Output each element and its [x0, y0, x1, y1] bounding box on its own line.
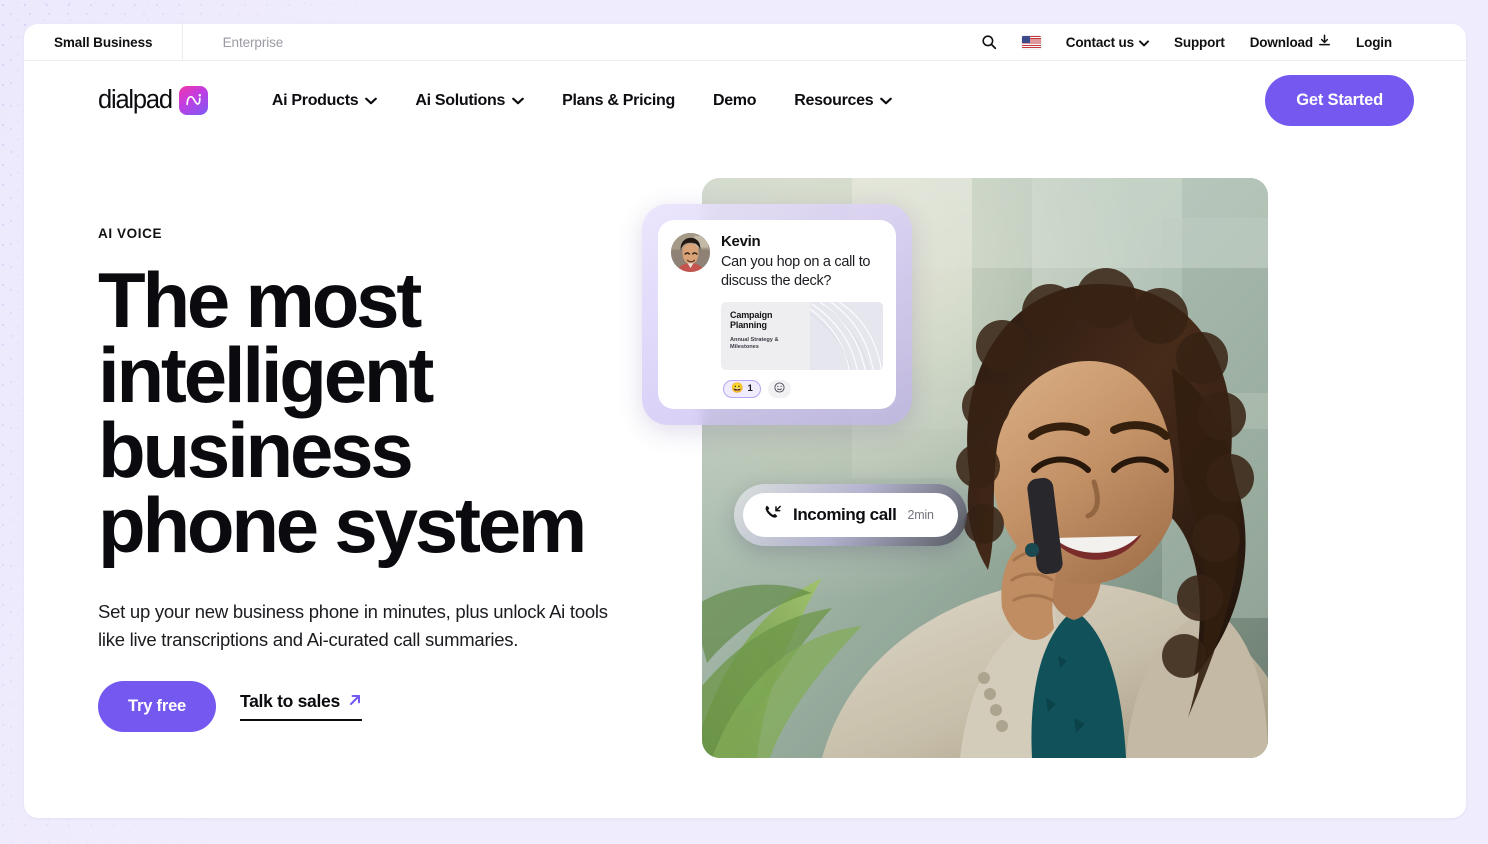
primary-nav-links: Ai Products Ai Solutions Plans & Pricing — [272, 92, 893, 110]
utility-link-login[interactable]: Login — [1356, 35, 1392, 50]
utility-link-login-label: Login — [1356, 34, 1392, 50]
hero-actions: Try free Talk to sales — [98, 680, 658, 732]
reaction-row: 😀 1 — [721, 379, 883, 398]
hero-section: AI VOICE The most intelligent business p… — [24, 140, 1466, 758]
utility-links: Contact us Support Download Login — [981, 24, 1466, 60]
chat-message-card: Kevin Can you hop on a call to discuss t… — [642, 204, 912, 425]
nav-item-resources-label: Resources — [794, 91, 874, 109]
smiley-face-icon — [774, 382, 785, 396]
arrow-up-right-icon — [348, 693, 362, 711]
chevron-down-icon — [880, 92, 893, 110]
main-navigation: dialpad Ai Products Ai Solutions Plans &… — [24, 61, 1466, 140]
hero-eyebrow: AI VOICE — [98, 226, 163, 241]
get-started-button[interactable]: Get Started — [1265, 75, 1414, 126]
chat-sender-name: Kevin — [721, 233, 761, 250]
page-title: The most intelligent business phone syst… — [98, 256, 587, 569]
talk-to-sales-link[interactable]: Talk to sales — [240, 691, 362, 722]
utility-link-download[interactable]: Download — [1250, 34, 1331, 50]
utility-bar: Small Business Enterprise Contact us Sup… — [24, 24, 1466, 61]
attachment-subtitle: Annual Strategy & Milestones — [730, 336, 779, 351]
utility-link-contact-us-label: Contact us — [1065, 34, 1134, 50]
chat-message-text: Can you hop on a call to discuss the dec… — [721, 254, 871, 290]
utility-link-support-label: Support — [1174, 34, 1225, 50]
nav-item-ai-products-label: Ai Products — [271, 91, 359, 109]
incoming-call-duration: 2min — [907, 508, 934, 522]
chat-content: Kevin Can you hop on a call to discuss t… — [721, 233, 883, 398]
hero-visual: Kevin Can you hop on a call to discuss t… — [642, 178, 1318, 758]
add-reaction-button[interactable] — [767, 379, 791, 398]
utility-link-contact-us[interactable]: Contact us — [1066, 35, 1149, 50]
try-free-button[interactable]: Try free — [98, 680, 217, 732]
tab-small-business[interactable]: Small Business — [24, 24, 182, 60]
audience-tabs: Small Business Enterprise — [24, 24, 322, 60]
grinning-reaction-pill[interactable]: 😀 1 — [723, 379, 761, 398]
attachment-title: Campaign Planning — [730, 309, 773, 331]
nav-item-ai-solutions-label: Ai Solutions — [415, 91, 506, 109]
download-icon — [1318, 34, 1331, 50]
tab-enterprise-label: Enterprise — [222, 34, 284, 50]
chevron-down-icon — [1139, 35, 1149, 50]
dialpad-ai-mark-icon — [178, 86, 208, 115]
page-card: Small Business Enterprise Contact us Sup… — [24, 24, 1466, 818]
brand-logo[interactable]: dialpad — [98, 86, 208, 115]
tab-enterprise[interactable]: Enterprise — [182, 24, 322, 60]
utility-link-support[interactable]: Support — [1174, 35, 1225, 50]
chevron-down-icon — [512, 92, 524, 110]
incoming-call-card: Incoming call 2min — [734, 484, 967, 546]
incoming-call-icon — [763, 503, 782, 527]
incoming-call-label: Incoming call — [793, 505, 897, 524]
talk-to-sales-label: Talk to sales — [240, 691, 340, 712]
brand-wordmark: dialpad — [98, 86, 173, 114]
nav-item-demo-label: Demo — [712, 91, 757, 109]
nav-item-plans-pricing-label: Plans & Pricing — [562, 91, 675, 109]
chat-card-inner: Kevin Can you hop on a call to discuss t… — [658, 220, 896, 409]
nav-item-demo[interactable]: Demo — [712, 91, 757, 110]
search-icon[interactable] — [981, 34, 997, 50]
avatar — [671, 233, 710, 272]
attachment-text: Campaign Planning Annual Strategy & Mile… — [721, 302, 810, 370]
incoming-call-pill[interactable]: Incoming call 2min — [743, 493, 958, 537]
attachment-card[interactable]: Campaign Planning Annual Strategy & Mile… — [721, 301, 883, 370]
chevron-down-icon — [365, 92, 378, 110]
nav-item-ai-solutions[interactable]: Ai Solutions — [415, 92, 524, 110]
utility-link-download-label: Download — [1249, 34, 1313, 50]
hero-subtitle: Set up your new business phone in minute… — [98, 600, 608, 650]
nav-item-resources[interactable]: Resources — [794, 91, 893, 110]
nav-item-plans-pricing[interactable]: Plans & Pricing — [562, 92, 675, 110]
grinning-face-icon: 😀 — [731, 382, 744, 394]
hero-copy: AI VOICE The most intelligent business p… — [98, 178, 658, 732]
us-flag-icon[interactable] — [1021, 35, 1041, 49]
nav-item-ai-products[interactable]: Ai Products — [272, 92, 378, 110]
tab-small-business-label: Small Business — [54, 34, 153, 50]
attachment-thumbnail — [810, 301, 883, 370]
grinning-reaction-count: 1 — [747, 383, 753, 395]
